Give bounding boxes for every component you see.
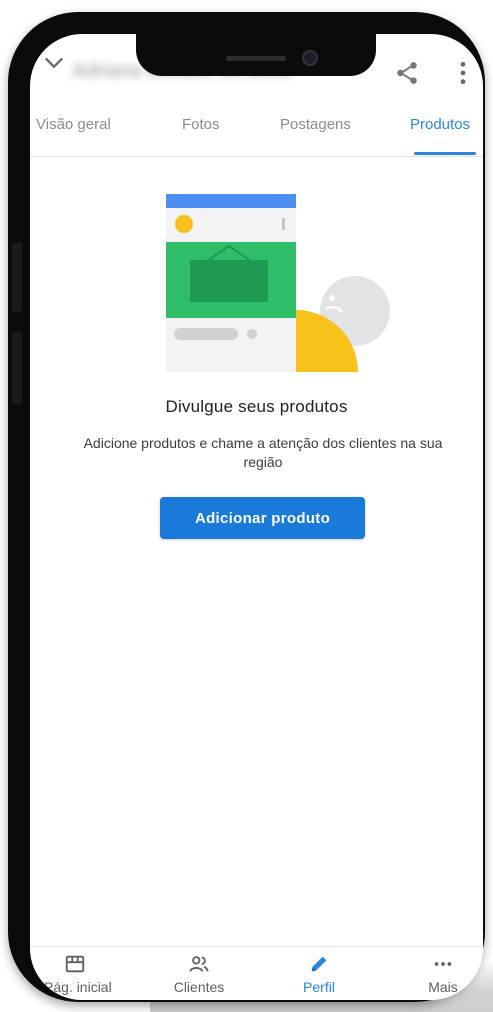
- more-horiz-icon: [434, 962, 452, 966]
- pencil-icon: [311, 956, 327, 972]
- speaker-grille: [226, 56, 286, 61]
- tab-overview[interactable]: Visão geral: [36, 116, 111, 133]
- add-product-button[interactable]: Adicionar produto: [160, 497, 365, 539]
- nav-more-label: Mais: [428, 979, 458, 995]
- tab-posts[interactable]: Postagens: [280, 116, 351, 133]
- volume-down-button: [12, 332, 22, 404]
- nav-profile-label: Perfil: [303, 979, 335, 995]
- storefront-icon: [65, 955, 85, 973]
- nav-home-label: Pág. inicial: [44, 979, 112, 995]
- phone-screen: Adriana Moraes da Silva Visão geral Foto…: [30, 34, 483, 1000]
- volume-up-button: [12, 242, 22, 312]
- nav-home[interactable]: Pág. inicial: [30, 947, 120, 1000]
- profile-tabs: Visão geral Fotos Postagens Produtos: [30, 106, 483, 157]
- nav-more[interactable]: Mais: [398, 947, 483, 1000]
- bottom-navigation: Pág. inicial Clientes Perfil Mais: [30, 946, 483, 1000]
- share-icon[interactable]: [394, 60, 420, 86]
- active-tab-indicator: [414, 152, 476, 155]
- nav-profile[interactable]: Perfil: [274, 947, 364, 1000]
- nav-customers-label: Clientes: [173, 979, 225, 995]
- people-icon: [189, 956, 209, 972]
- notch: [136, 34, 376, 76]
- front-camera: [302, 50, 318, 66]
- phone-frame: Adriana Moraes da Silva Visão geral Foto…: [8, 12, 485, 1002]
- product-listing-illustration: [166, 194, 390, 372]
- empty-state-description: Adicione produtos e chame a atenção dos …: [83, 435, 443, 470]
- more-vert-icon[interactable]: [458, 60, 468, 86]
- nav-customers[interactable]: Clientes: [154, 947, 244, 1000]
- chevron-down-icon[interactable]: [40, 48, 68, 76]
- tab-products[interactable]: Produtos: [410, 116, 470, 133]
- tab-photos[interactable]: Fotos: [182, 116, 220, 133]
- empty-state-heading: Divulgue seus produtos: [165, 397, 348, 416]
